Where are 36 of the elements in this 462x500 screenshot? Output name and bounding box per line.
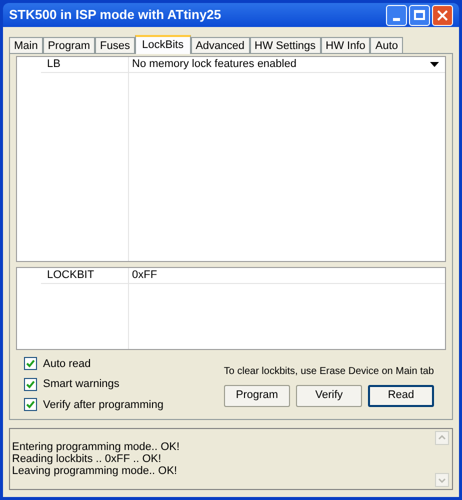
checkmark-icon <box>26 380 35 389</box>
checkbox-label: Auto read <box>43 356 91 372</box>
log-line: Reading lockbits .. 0xFF .. OK! <box>12 453 162 465</box>
action-button[interactable]: Verify <box>296 384 362 406</box>
maximize-icon <box>414 10 425 20</box>
tab[interactable]: LockBits <box>135 35 191 54</box>
checkmark-icon <box>26 400 35 410</box>
tab[interactable]: Fuses <box>95 37 135 53</box>
checkmark-icon <box>26 359 35 368</box>
tab[interactable]: Auto <box>370 37 404 53</box>
tab[interactable]: Program <box>42 37 96 53</box>
checkbox[interactable] <box>24 357 37 370</box>
checkbox[interactable] <box>24 398 37 412</box>
window-title: STK500 in ISP mode with ATtiny25 <box>9 6 222 24</box>
setting-name: LOCKBIT <box>46 268 96 284</box>
tab[interactable]: HW Settings <box>250 37 321 53</box>
action-button[interactable]: Program <box>224 384 290 406</box>
minimize-button[interactable] <box>386 4 407 26</box>
close-button[interactable] <box>432 4 453 26</box>
minimize-icon <box>393 18 400 20</box>
dropdown-arrow-icon[interactable] <box>430 62 439 67</box>
log-line: Entering programming mode.. OK! <box>12 441 181 453</box>
checkbox-label: Verify after programming <box>43 398 164 412</box>
log-line: Leaving programming mode.. OK! <box>12 465 178 477</box>
setting-value: 0xFF <box>131 268 158 284</box>
tab[interactable]: HW Info <box>320 37 370 53</box>
checkbox-label: Smart warnings <box>43 377 120 392</box>
tab[interactable]: Advanced <box>190 37 250 53</box>
close-icon <box>437 10 448 20</box>
action-button[interactable]: Read <box>368 384 434 406</box>
setting-value[interactable]: No memory lock features enabled <box>129 56 430 73</box>
tab[interactable]: Main <box>9 37 43 53</box>
hint-text: To clear lockbits, use Erase Device on Main tab <box>224 364 434 378</box>
maximize-button[interactable] <box>409 4 430 26</box>
checkbox[interactable] <box>24 378 37 391</box>
setting-name: LB <box>46 57 62 72</box>
